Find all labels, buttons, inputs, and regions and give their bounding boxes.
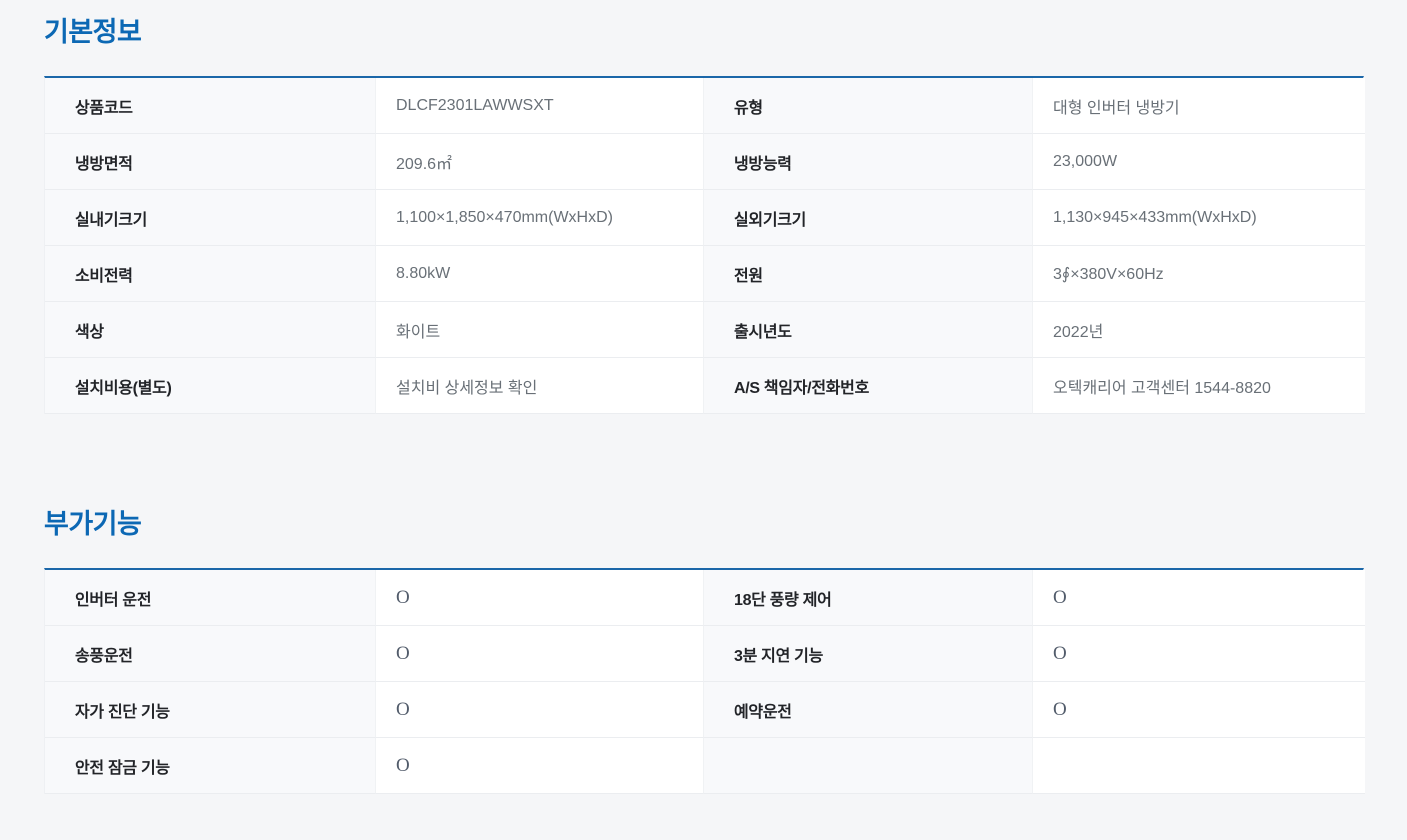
spec-value-power-consumption: 8.80kW <box>376 246 704 302</box>
spec-label-install-cost: 설치비용(별도) <box>45 358 376 414</box>
install-fee-detail-link[interactable]: 설치비 상세정보 확인 <box>376 358 704 414</box>
feature-value-self-diagnosis: O <box>376 682 704 738</box>
spec-label-indoor-unit-size: 실내기크기 <box>45 190 376 246</box>
features-table: 인버터 운전 O 18단 풍량 제어 O 송풍운전 O 3분 지연 기능 O 자… <box>44 568 1364 794</box>
feature-value-18-step-fan-control: O <box>1033 570 1365 626</box>
section-features: 부가기능 인버터 운전 O 18단 풍량 제어 O 송풍운전 O 3분 지연 기… <box>44 508 1364 794</box>
spec-value-cooling-area: 209.6㎡ <box>376 134 704 190</box>
spec-label-as-contact: A/S 책임자/전화번호 <box>704 358 1033 414</box>
feature-value-safety-lock: O <box>376 738 704 794</box>
feature-label-empty <box>704 738 1033 794</box>
basic-info-table: 상품코드 DLCF2301LAWWSXT 유형 대형 인버터 냉방기 냉방면적 … <box>44 76 1364 414</box>
spec-label-power-consumption: 소비전력 <box>45 246 376 302</box>
spec-value-outdoor-unit-size: 1,130×945×433mm(WxHxD) <box>1033 190 1365 246</box>
spec-value-product-code: DLCF2301LAWWSXT <box>376 78 704 134</box>
basic-info-title: 기본정보 <box>44 16 1364 48</box>
feature-value-inverter-operation: O <box>376 570 704 626</box>
feature-label-18-step-fan-control: 18단 풍량 제어 <box>704 570 1033 626</box>
spec-label-release-year: 출시년도 <box>704 302 1033 358</box>
spec-value-as-contact: 오텍캐리어 고객센터 1544-8820 <box>1033 358 1365 414</box>
spec-label-power-supply: 전원 <box>704 246 1033 302</box>
spec-label-cooling-area: 냉방면적 <box>45 134 376 190</box>
spec-value-type: 대형 인버터 냉방기 <box>1033 78 1365 134</box>
features-title: 부가기능 <box>44 508 1364 540</box>
feature-label-3min-delay: 3분 지연 기능 <box>704 626 1033 682</box>
feature-label-reservation-operation: 예약운전 <box>704 682 1033 738</box>
spec-value-indoor-unit-size: 1,100×1,850×470mm(WxHxD) <box>376 190 704 246</box>
feature-value-fan-operation: O <box>376 626 704 682</box>
section-basic-info: 기본정보 상품코드 DLCF2301LAWWSXT 유형 대형 인버터 냉방기 … <box>44 16 1364 414</box>
spec-value-color: 화이트 <box>376 302 704 358</box>
feature-label-fan-operation: 송풍운전 <box>45 626 376 682</box>
feature-label-self-diagnosis: 자가 진단 기능 <box>45 682 376 738</box>
feature-value-reservation-operation: O <box>1033 682 1365 738</box>
spec-label-cooling-capacity: 냉방능력 <box>704 134 1033 190</box>
spec-label-product-code: 상품코드 <box>45 78 376 134</box>
spec-value-cooling-capacity: 23,000W <box>1033 134 1365 190</box>
spec-value-power-supply: 3∮×380V×60Hz <box>1033 246 1365 302</box>
feature-label-safety-lock: 안전 잠금 기능 <box>45 738 376 794</box>
feature-label-inverter-operation: 인버터 운전 <box>45 570 376 626</box>
feature-value-3min-delay: O <box>1033 626 1365 682</box>
spec-label-color: 색상 <box>45 302 376 358</box>
spec-label-type: 유형 <box>704 78 1033 134</box>
feature-value-empty <box>1033 738 1365 794</box>
spec-label-outdoor-unit-size: 실외기크기 <box>704 190 1033 246</box>
spec-value-release-year: 2022년 <box>1033 302 1365 358</box>
